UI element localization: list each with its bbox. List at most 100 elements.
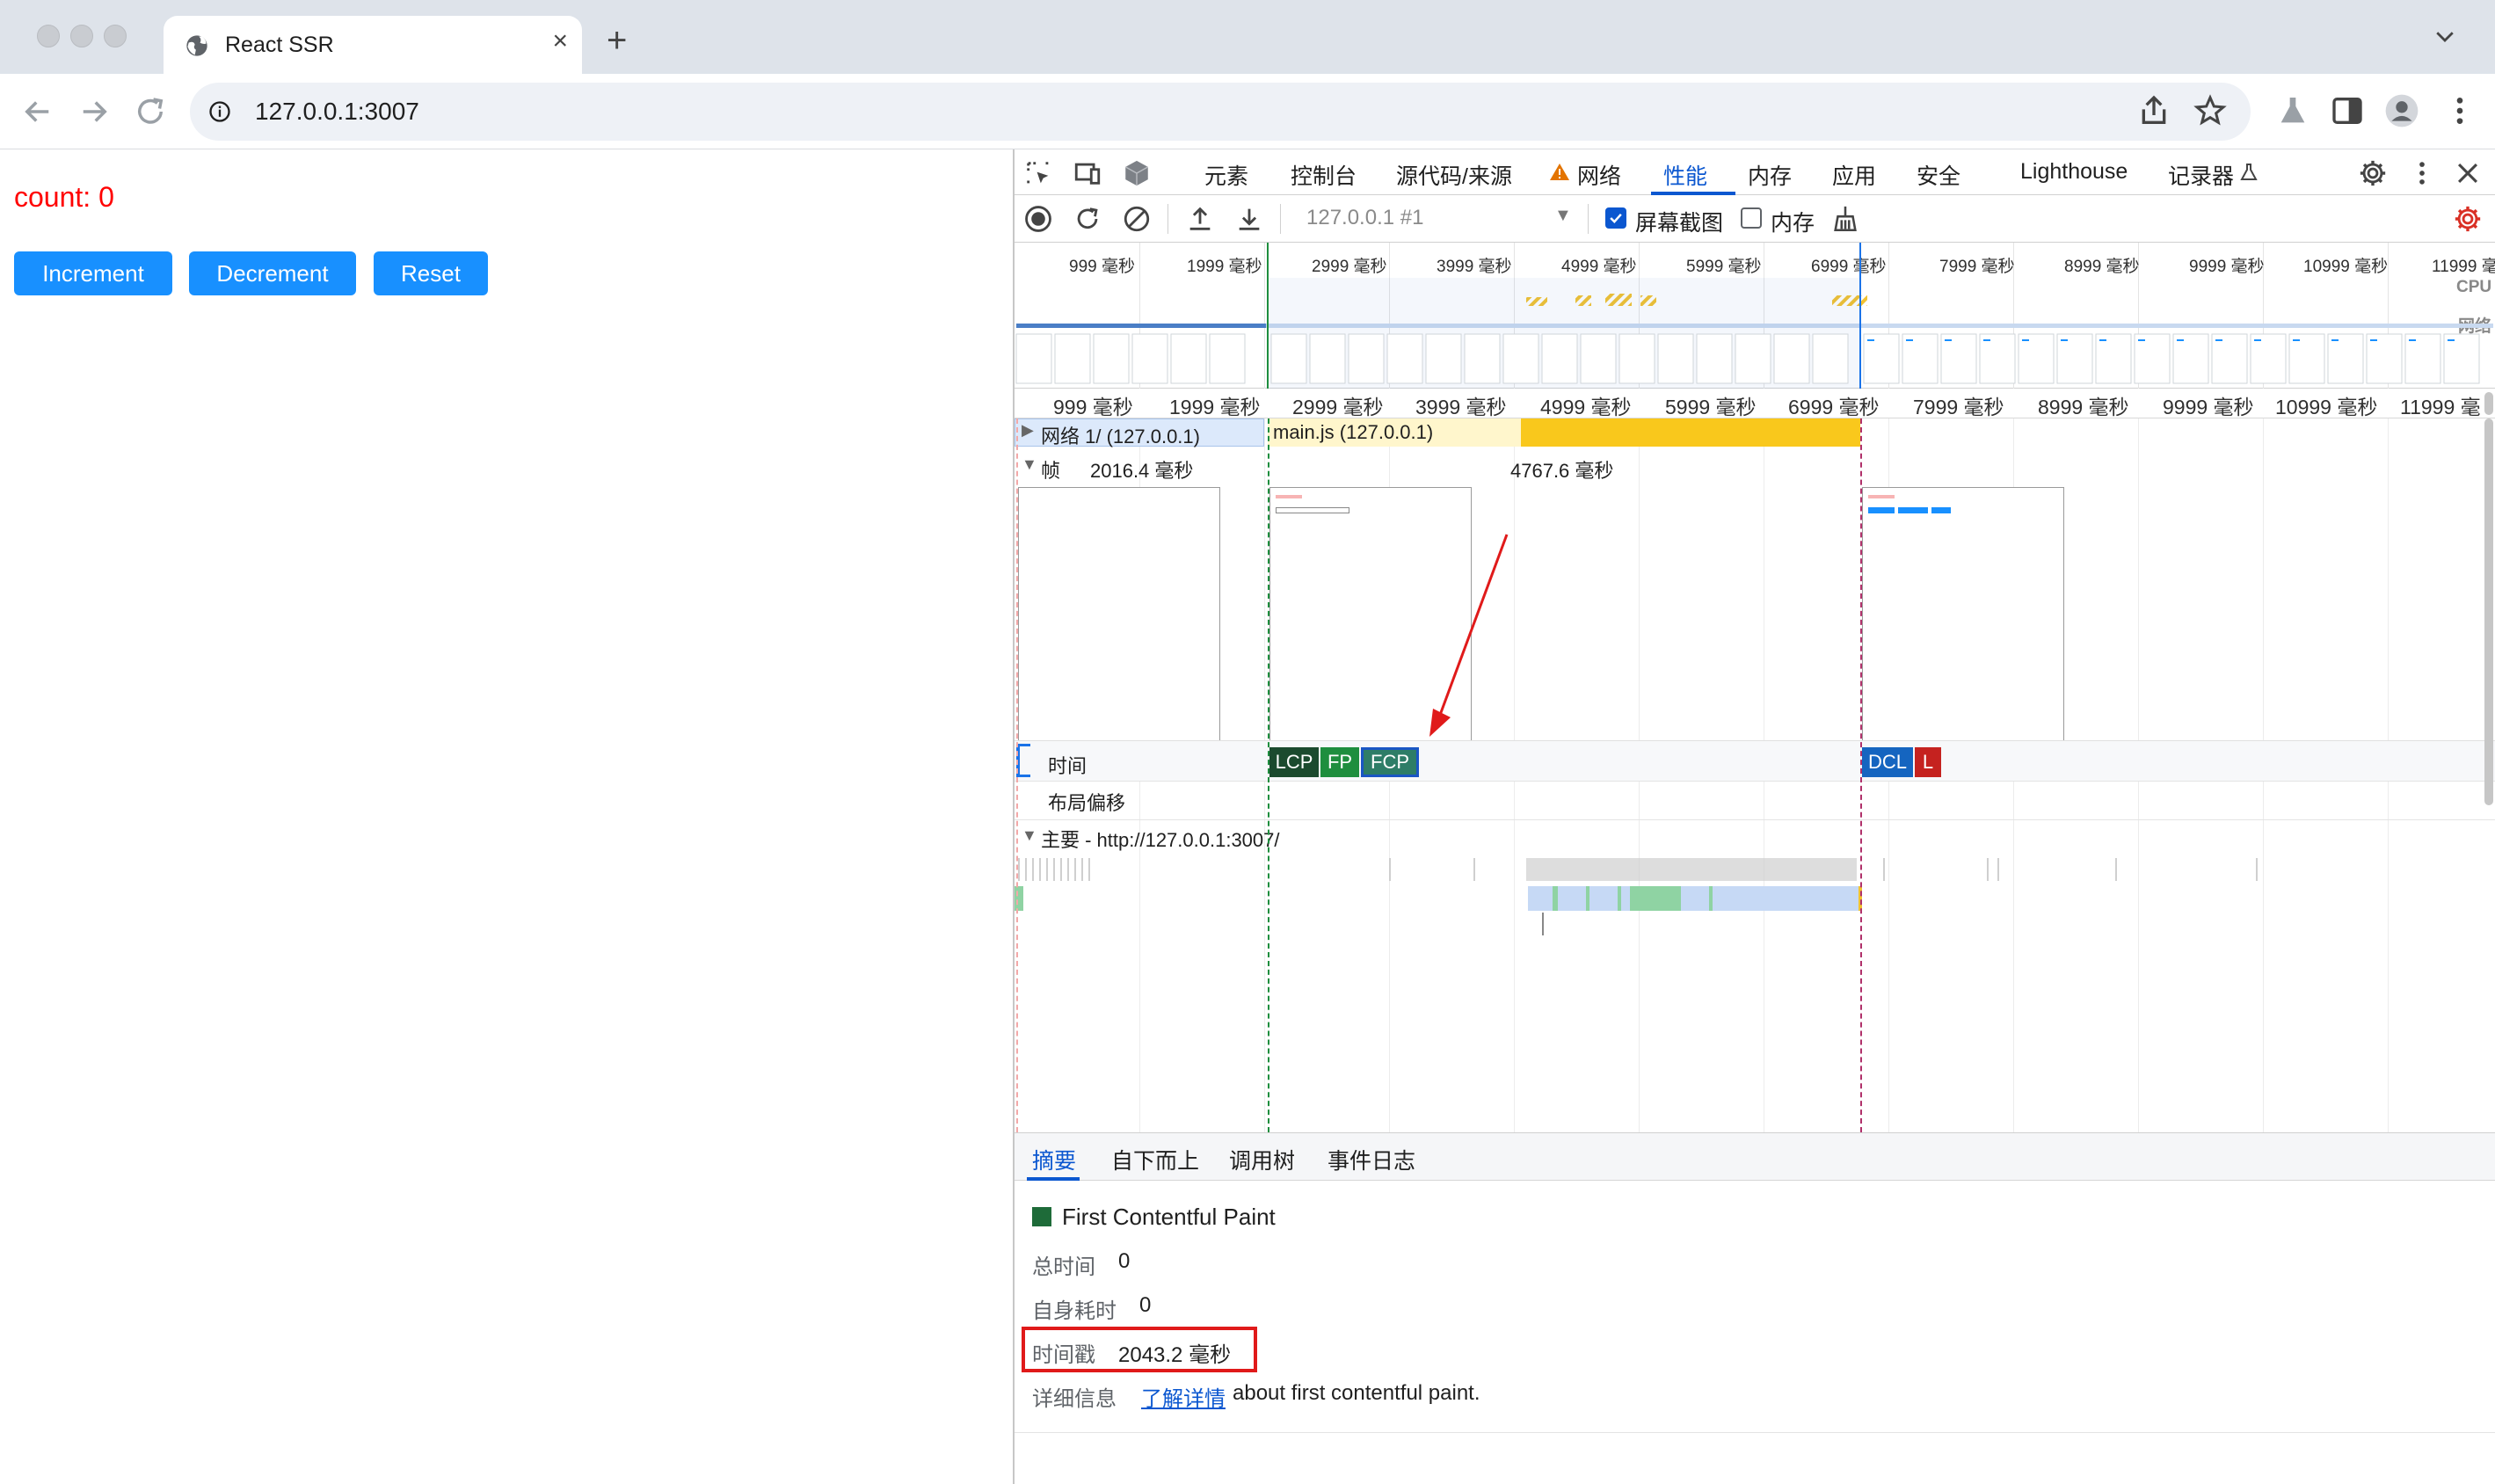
broom-garbage-collect-icon[interactable] [1830, 204, 1860, 234]
tab-bottom-up[interactable]: 自下而上 [1111, 1144, 1199, 1175]
track-divider [1015, 819, 2495, 820]
screenshot-checkbox-label[interactable]: 屏幕截图 [1635, 206, 1723, 237]
devtools-menu-icon[interactable] [2407, 158, 2437, 188]
back-arrow-icon[interactable] [19, 93, 56, 130]
reset-button[interactable]: Reset [374, 251, 488, 295]
warning-icon [1550, 164, 1569, 180]
summary-title: First Contentful Paint [1062, 1204, 1276, 1230]
tab-sources[interactable]: 源代码/来源 [1396, 159, 1512, 191]
increment-button[interactable]: Increment [14, 251, 172, 295]
ruler-tick: 11999 毫 [2400, 396, 2481, 418]
frame-duration-1: 2016.4 毫秒 [1090, 460, 1194, 482]
new-tab-icon[interactable]: + [607, 23, 627, 58]
tab-summary[interactable]: 摘要 [1032, 1144, 1076, 1175]
tab-call-tree[interactable]: 调用树 [1229, 1144, 1295, 1175]
site-info-icon[interactable] [207, 99, 232, 124]
browser-tab-active[interactable]: React SSR × [164, 16, 582, 74]
settings-gear-icon[interactable] [2358, 158, 2388, 188]
share-icon[interactable] [2136, 93, 2171, 128]
tab-application[interactable]: 应用 [1832, 159, 1876, 191]
fcp-marker[interactable]: FCP [1361, 747, 1419, 777]
collapse-triangle-icon[interactable]: ▼ [1022, 455, 1037, 474]
cpu-activity-chart [1015, 243, 2493, 389]
network-track-label: 网络 1/ (127.0.0.1) [1041, 426, 1200, 447]
profile-avatar-icon[interactable] [2384, 93, 2419, 128]
tab-network[interactable]: 网络 [1577, 159, 1621, 191]
tab-elements[interactable]: 元素 [1204, 159, 1248, 191]
tab-strip: React SSR × + [0, 0, 2495, 74]
tab-event-log[interactable]: 事件日志 [1328, 1144, 1415, 1175]
toolbar-divider [1167, 204, 1168, 234]
ruler-tick: 1999 毫秒 [1169, 396, 1261, 418]
memory-checkbox[interactable] [1741, 207, 1762, 229]
inspect-element-icon[interactable] [1023, 158, 1053, 188]
window-close-dot[interactable] [37, 25, 60, 47]
devtools-panel: 元素 控制台 源代码/来源 网络 性能 内存 应用 安全 Lighthouse … [1013, 149, 2495, 1484]
dcl-marker[interactable]: DCL [1862, 747, 1913, 777]
kebab-menu-icon[interactable] [2442, 93, 2477, 128]
timestamp-value: 2043.2 毫秒 [1118, 1343, 1232, 1367]
vertical-scrollbar-thumb[interactable] [2484, 418, 2493, 805]
side-panel-icon[interactable] [2330, 93, 2365, 128]
layout-shift-track-label: 布局偏移 [1048, 792, 1126, 814]
decrement-button[interactable]: Decrement [189, 251, 356, 295]
fp-marker[interactable]: FP [1320, 747, 1359, 777]
tab-lighthouse[interactable]: Lighthouse [2020, 159, 2128, 185]
frames-track-label: 帧 [1041, 460, 1061, 482]
tab-recorder[interactable]: 记录器 [2168, 159, 2234, 191]
clear-icon[interactable] [1122, 204, 1152, 234]
cube-extension-icon[interactable] [1122, 158, 1152, 188]
tab-performance[interactable]: 性能 [1663, 159, 1707, 191]
vertical-scrollbar-top[interactable] [2484, 392, 2493, 415]
profile-select[interactable]: 127.0.0.1 #1 [1306, 206, 1423, 230]
flask-icon[interactable] [2275, 93, 2310, 128]
record-icon[interactable] [1023, 204, 1053, 234]
collapse-triangle-icon[interactable]: ▼ [1022, 826, 1037, 845]
ruler-tick: 7999 毫秒 [1913, 396, 2004, 418]
expand-triangle-icon[interactable]: ▶ [1022, 421, 1034, 440]
window-minimize-dot[interactable] [70, 25, 93, 47]
network-request-bar-receive[interactable] [1521, 418, 1860, 447]
memory-checkbox-label[interactable]: 内存 [1771, 206, 1815, 237]
timeline-overview[interactable]: 999 毫秒 1999 毫秒 2999 毫秒 3999 毫秒 4999 毫秒 5… [1015, 243, 2495, 389]
screenshot-checkbox[interactable] [1605, 207, 1626, 229]
chevron-down-icon[interactable] [2432, 23, 2458, 49]
url-text[interactable]: 127.0.0.1:3007 [255, 98, 419, 126]
total-time-key: 总时间 [1032, 1255, 1095, 1279]
tab-security[interactable]: 安全 [1917, 159, 1960, 191]
devtools-tab-bar: 元素 控制台 源代码/来源 网络 性能 内存 应用 安全 Lighthouse … [1015, 149, 2495, 195]
thumb-button [1898, 507, 1928, 513]
navigation-start-line [1016, 418, 1018, 1132]
learn-more-link[interactable]: 了解详情 [1141, 1381, 1226, 1412]
forward-arrow-icon[interactable] [76, 93, 113, 130]
flame-chart[interactable]: ▶ 网络 1/ (127.0.0.1) main.js (127.0.0.1) … [1015, 418, 2495, 1132]
ruler-tick: 4999 毫秒 [1540, 396, 1632, 418]
tab-console[interactable]: 控制台 [1291, 159, 1357, 191]
address-bar[interactable]: 127.0.0.1:3007 [190, 83, 2251, 141]
upload-icon[interactable] [1185, 204, 1215, 234]
frame-duration-2: 4767.6 毫秒 [1510, 460, 1614, 482]
checkmark-icon [1610, 213, 1622, 223]
details-key: 详细信息 [1032, 1387, 1117, 1411]
close-devtools-icon[interactable] [2453, 158, 2483, 188]
bookmark-star-icon[interactable] [2193, 93, 2228, 128]
frame-screenshot[interactable] [1862, 487, 2064, 747]
window-zoom-dot[interactable] [104, 25, 127, 47]
total-time-value: 0 [1118, 1249, 1131, 1273]
tab-close-icon[interactable]: × [552, 28, 568, 55]
tab-memory[interactable]: 内存 [1748, 159, 1792, 191]
load-marker[interactable]: L [1915, 747, 1941, 777]
dropdown-caret-icon[interactable]: ▼ [1554, 206, 1572, 226]
main-thread-activity [1015, 858, 2258, 935]
details-tab-bar: 摘要 自下而上 调用树 事件日志 [1015, 1133, 2495, 1181]
lcp-marker[interactable]: LCP [1269, 747, 1319, 777]
frame-screenshot[interactable] [1018, 487, 1220, 747]
reload-icon[interactable] [132, 93, 169, 130]
capture-settings-gear-icon[interactable] [2453, 204, 2483, 234]
time-ruler: 999 毫秒 1999 毫秒 2999 毫秒 3999 毫秒 4999 毫秒 5… [1015, 389, 2495, 418]
download-icon[interactable] [1234, 204, 1264, 234]
thumb-button [1931, 507, 1951, 513]
thumb-button [1868, 507, 1895, 513]
device-toolbar-icon[interactable] [1073, 158, 1102, 188]
reload-profile-icon[interactable] [1073, 204, 1102, 234]
